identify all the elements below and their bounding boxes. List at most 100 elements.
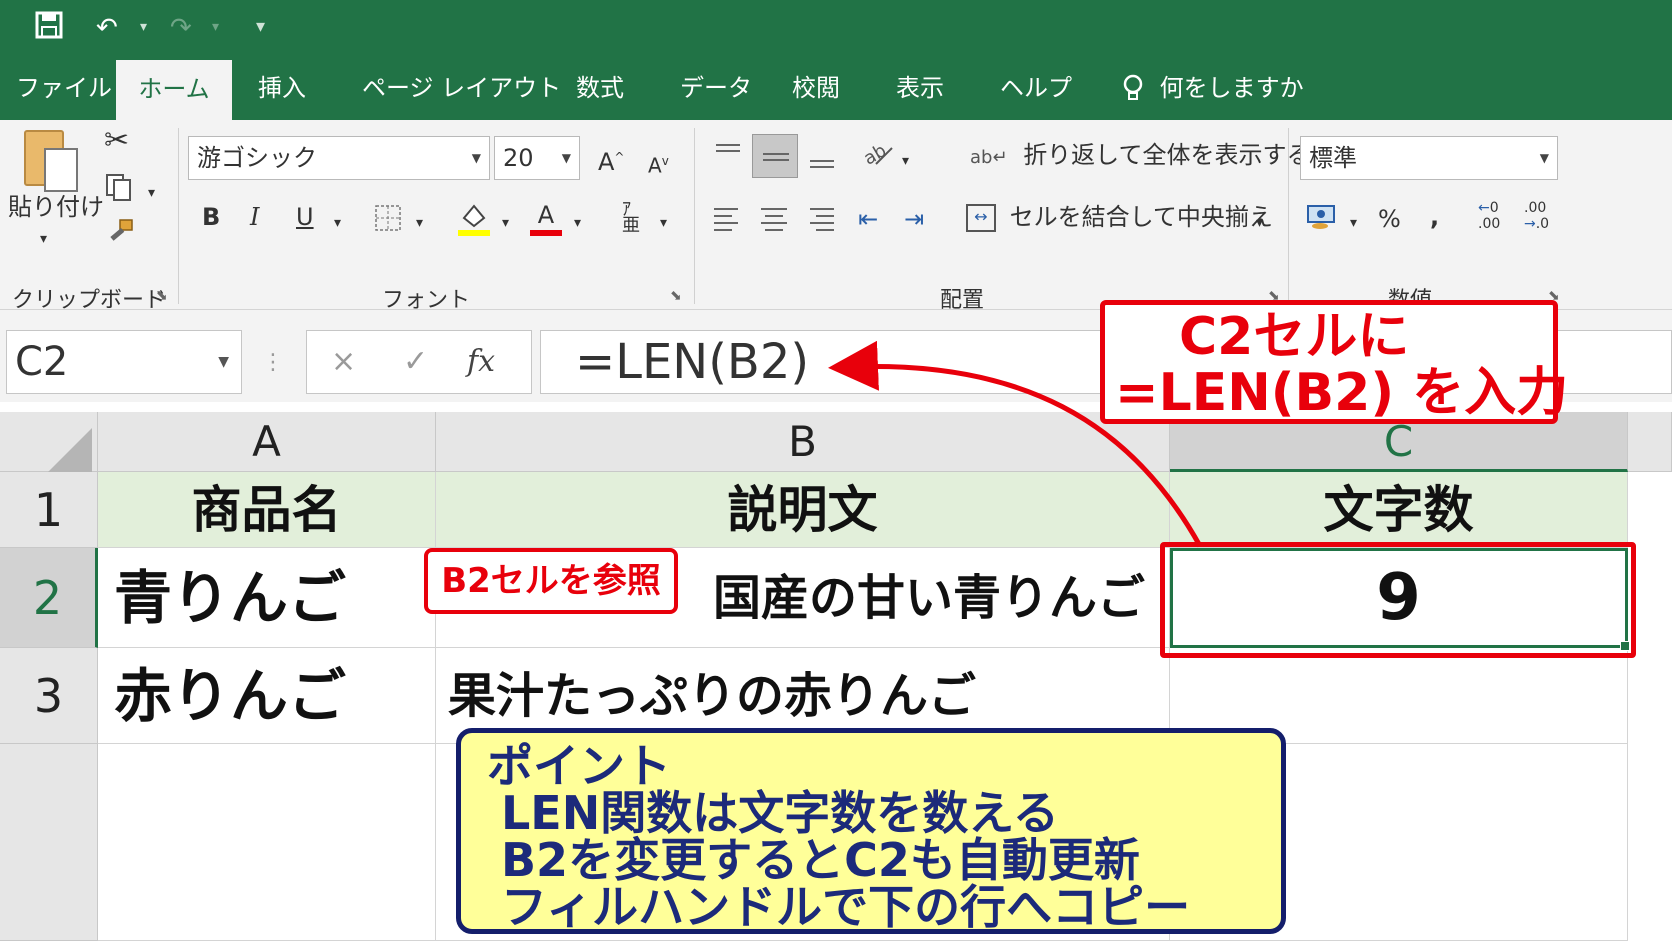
align-top-button[interactable] bbox=[712, 138, 744, 170]
increase-indent-icon[interactable]: ⇥ bbox=[904, 204, 924, 234]
decrease-indent-icon[interactable]: ⇤ bbox=[858, 204, 878, 234]
align-bottom-button[interactable] bbox=[806, 138, 838, 170]
cell-c1[interactable]: 文字数 bbox=[1170, 472, 1628, 548]
insert-function-button[interactable]: fx bbox=[467, 331, 495, 393]
undo-dropdown-icon[interactable]: ▾ bbox=[140, 14, 147, 40]
currency-format-icon[interactable] bbox=[1306, 202, 1338, 239]
merge-center-button[interactable]: ↔ セルを結合して中央揃え bbox=[966, 202, 1273, 232]
redo-icon[interactable]: ↷ bbox=[170, 10, 192, 46]
tab-view[interactable]: 表示 bbox=[896, 56, 944, 120]
merge-dropdown-icon[interactable]: ▾ bbox=[1256, 208, 1263, 238]
number-format-combo[interactable]: 標準 ▼ bbox=[1300, 136, 1558, 180]
percent-style-button[interactable]: % bbox=[1378, 204, 1401, 234]
format-painter-icon[interactable] bbox=[106, 218, 136, 255]
increase-decimal-icon[interactable]: ←0.00 bbox=[1478, 200, 1500, 232]
formula-bar-buttons: × ✓ fx bbox=[306, 330, 532, 394]
select-all-button[interactable] bbox=[0, 412, 98, 472]
cell-a2[interactable]: 青りんご bbox=[98, 548, 436, 648]
point-line-3: フィルハンドルで下の行へコピー bbox=[501, 880, 1191, 934]
tab-home[interactable]: ホーム bbox=[116, 60, 232, 120]
save-icon[interactable] bbox=[34, 10, 64, 50]
font-size-value: 20 bbox=[503, 144, 534, 172]
chevron-down-icon: ▼ bbox=[471, 151, 481, 165]
point-line-2: B2を変更するとC2も自動更新 bbox=[501, 833, 1140, 887]
tab-insert[interactable]: 挿入 bbox=[258, 56, 306, 120]
redo-dropdown-icon[interactable]: ▾ bbox=[212, 14, 219, 40]
grow-font-glyph: A bbox=[598, 148, 615, 176]
tab-data[interactable]: データ bbox=[680, 56, 752, 120]
cell-a4[interactable] bbox=[98, 744, 436, 941]
align-left-button[interactable] bbox=[712, 204, 744, 236]
customize-qat-icon[interactable]: ▾ bbox=[256, 14, 265, 40]
italic-button[interactable]: I bbox=[250, 202, 259, 232]
ribbon-separator bbox=[694, 128, 695, 304]
orientation-icon[interactable]: ab bbox=[860, 138, 894, 175]
cancel-entry-button[interactable]: × bbox=[331, 331, 356, 393]
quick-access-toolbar: ↶ ▾ ↷ ▾ ▾ bbox=[0, 0, 1672, 56]
column-header-b[interactable]: B bbox=[436, 412, 1170, 472]
formula-callout: C2セルに =LEN(B2) を入力 bbox=[1100, 300, 1568, 424]
undo-icon[interactable]: ↶ bbox=[96, 10, 118, 46]
name-box[interactable]: C2 ▼ bbox=[6, 330, 242, 394]
underline-dropdown-icon[interactable]: ▾ bbox=[334, 208, 341, 238]
shrink-font-glyph: A bbox=[648, 153, 662, 178]
paste-dropdown-icon[interactable]: ▾ bbox=[40, 224, 47, 254]
grow-font-button[interactable]: A^ bbox=[598, 142, 624, 177]
paste-button[interactable]: 貼り付け bbox=[8, 192, 104, 222]
decrease-decimal-icon[interactable]: .00 →.0 bbox=[1524, 200, 1549, 232]
column-header-a[interactable]: A bbox=[98, 412, 436, 472]
font-color-icon[interactable]: A bbox=[530, 200, 562, 236]
merge-center-icon: ↔ bbox=[966, 204, 996, 232]
borders-icon[interactable] bbox=[374, 204, 402, 239]
phonetic-guide-icon[interactable]: ｱ亜 bbox=[622, 201, 640, 235]
phonetic-dropdown-icon[interactable]: ▾ bbox=[660, 208, 667, 238]
point-note: ポイント LEN関数は文字数を数える B2を変更するとC2も自動更新 フィルハン… bbox=[456, 728, 1286, 934]
orientation-dropdown-icon[interactable]: ▾ bbox=[902, 146, 909, 176]
align-right-button[interactable] bbox=[806, 204, 838, 236]
formula-bar-grip-icon[interactable]: ⋮ bbox=[262, 350, 284, 375]
align-center-button[interactable] bbox=[758, 204, 790, 236]
font-launcher-icon[interactable]: ⬊ bbox=[670, 288, 682, 304]
tab-file[interactable]: ファイル bbox=[16, 56, 112, 120]
fill-color-dropdown-icon[interactable]: ▾ bbox=[502, 208, 509, 238]
row-header-1[interactable]: 1 bbox=[0, 472, 98, 548]
copy-dropdown-icon[interactable]: ▾ bbox=[148, 178, 155, 208]
cut-icon[interactable]: ✂ bbox=[104, 126, 129, 156]
tab-page-layout[interactable]: ページ レイアウト bbox=[362, 56, 561, 120]
wrap-text-icon: ab↵ bbox=[970, 147, 1008, 168]
cell-b1[interactable]: 説明文 bbox=[436, 472, 1170, 548]
tab-formulas[interactable]: 数式 bbox=[576, 56, 624, 120]
align-middle-button[interactable] bbox=[752, 134, 798, 178]
shrink-font-button[interactable]: Av bbox=[648, 146, 669, 181]
font-color-glyph: A bbox=[537, 201, 555, 229]
column-header-d[interactable] bbox=[1628, 412, 1672, 472]
cell-a3[interactable]: 赤りんご bbox=[98, 648, 436, 744]
comma-style-button[interactable]: , bbox=[1430, 202, 1439, 232]
copy-icon[interactable] bbox=[104, 172, 134, 209]
bold-button[interactable]: B bbox=[202, 202, 220, 232]
borders-dropdown-icon[interactable]: ▾ bbox=[416, 208, 423, 238]
wrap-text-button[interactable]: ab↵ 折り返して全体を表示する bbox=[970, 140, 1310, 173]
row-header-4[interactable] bbox=[0, 744, 98, 941]
lightbulb-icon bbox=[1122, 56, 1152, 120]
font-color-dropdown-icon[interactable]: ▾ bbox=[574, 208, 581, 238]
font-name-value: 游ゴシック bbox=[197, 144, 317, 172]
currency-dropdown-icon[interactable]: ▾ bbox=[1350, 208, 1357, 238]
tab-help[interactable]: ヘルプ bbox=[1000, 56, 1072, 120]
ribbon-separator bbox=[1288, 128, 1289, 304]
tell-me-search[interactable]: 何をしますか bbox=[1122, 56, 1304, 120]
underline-button[interactable]: U bbox=[296, 202, 314, 232]
wrap-text-label: 折り返して全体を表示する bbox=[1023, 141, 1311, 169]
fill-color-icon[interactable] bbox=[458, 200, 490, 243]
select-all-triangle-icon bbox=[48, 428, 92, 472]
font-size-combo[interactable]: 20 ▼ bbox=[494, 136, 580, 180]
font-name-combo[interactable]: 游ゴシック ▼ bbox=[188, 136, 490, 180]
clipboard-launcher-icon[interactable]: ⬊ bbox=[156, 288, 168, 304]
ribbon-home: 貼り付け ▾ ✂ ▾ クリップボード ⬊ 游ゴシック ▼ 20 ▼ A^ Av … bbox=[0, 120, 1672, 313]
chevron-down-icon: ▼ bbox=[1539, 151, 1549, 165]
row-header-3[interactable]: 3 bbox=[0, 648, 98, 744]
tab-review[interactable]: 校閲 bbox=[792, 56, 840, 120]
confirm-entry-button[interactable]: ✓ bbox=[403, 331, 428, 393]
cell-a1[interactable]: 商品名 bbox=[98, 472, 436, 548]
row-header-2[interactable]: 2 bbox=[0, 548, 98, 648]
